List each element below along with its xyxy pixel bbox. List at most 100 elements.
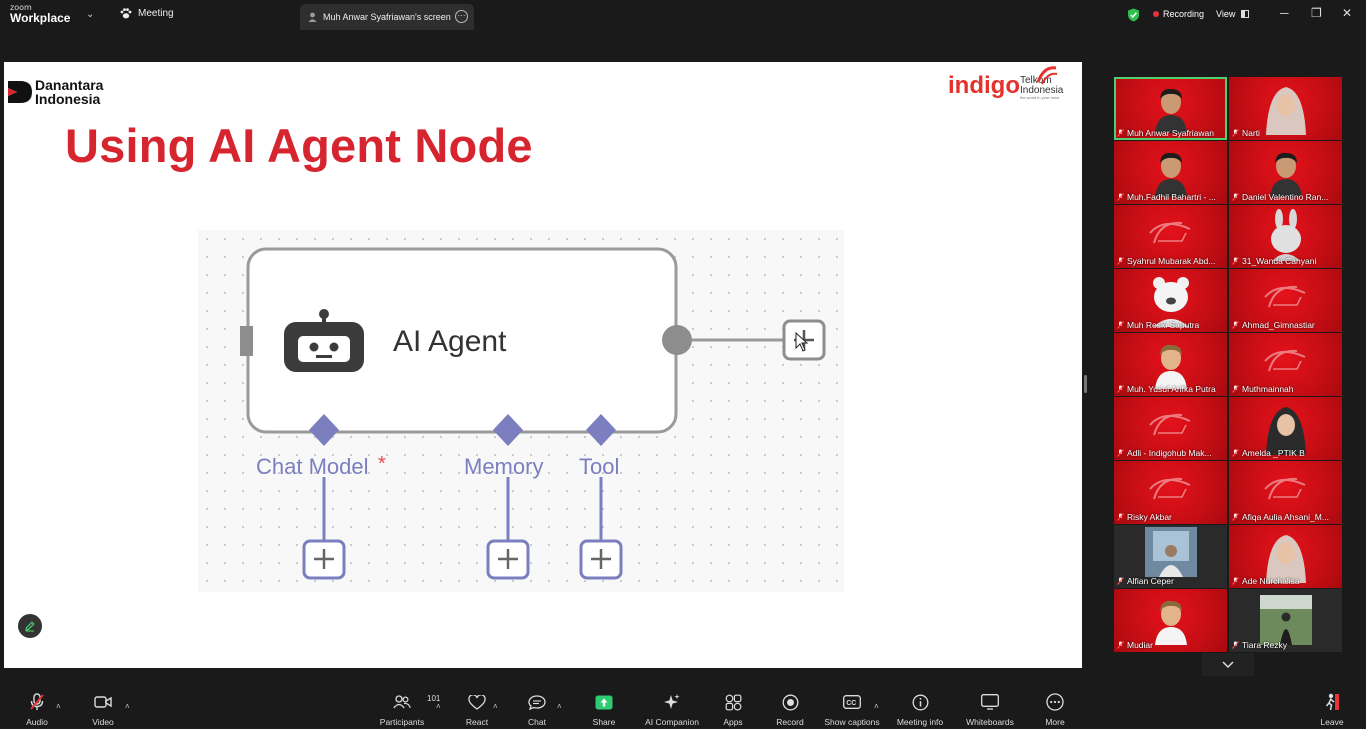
record-button[interactable]: Record [774,690,806,729]
paw-icon [120,8,132,19]
annotate-button[interactable] [18,614,42,638]
participant-tile[interactable]: Narti [1229,77,1342,140]
node-input-handle [240,326,253,356]
participant-name-label: Daniel Valentino Ran... [1232,192,1328,202]
microphone-muted-icon [1117,257,1124,265]
ai-agent-label: AI Agent [393,325,507,358]
more-options-icon[interactable]: ··· [455,10,468,23]
telkom-tagline: the world in your hand [1020,95,1060,100]
meeting-tab[interactable]: Meeting [120,8,174,19]
participant-tile[interactable]: Muh. Yusuf Arifka Putra [1114,333,1227,396]
participant-name: Tiara Rezky [1242,640,1288,650]
leave-label: Leave [1320,717,1344,727]
gallery-next-page-button[interactable] [1202,653,1254,676]
microphone-muted-icon [1232,193,1239,201]
svg-text:CC: CC [846,700,856,707]
participants-button[interactable]: 101 Participants [378,690,441,729]
whiteboards-button[interactable]: Whiteboards [964,690,1016,729]
react-button[interactable]: React [463,690,491,729]
microphone-muted-icon [1232,321,1239,329]
show-captions-button[interactable]: CC Show captions [823,690,881,729]
participant-name-label: 31_Wanda Cahyani [1232,256,1316,266]
restore-icon[interactable]: ❐ [1311,6,1322,20]
view-label: View [1216,9,1236,19]
participant-tile[interactable]: Risky Akbar [1114,461,1227,524]
leave-button[interactable]: Leave [1318,690,1346,729]
diagram-canvas: AI Agent Chat Model * Memory Tool [240,247,826,580]
chevron-down-icon[interactable]: ⌄ [86,9,94,20]
participant-tile[interactable]: Muh Anwar Syafriawan [1114,77,1227,140]
share-button[interactable]: Share [590,690,618,729]
chat-button[interactable]: Chat [525,690,549,729]
participant-video [1270,209,1301,261]
participant-tile[interactable]: Muthmainnah [1229,333,1342,396]
close-icon[interactable]: ✕ [1342,6,1352,20]
show-captions-label: Show captions [824,717,880,727]
participant-tile[interactable]: Muh Reski Saputra [1114,269,1227,332]
chat-model-label: Chat Model [256,454,369,479]
participant-tile[interactable]: Muh.Fadhil Bahartri - ... [1114,141,1227,204]
meeting-tab-label: Meeting [138,8,174,19]
ai-companion-button[interactable]: AI Companion [643,690,701,729]
participant-tile[interactable]: Tiara Rezky [1229,589,1342,652]
memory-label: Memory [464,454,543,479]
chat-options-icon[interactable]: ˄ [557,702,562,711]
microphone-muted-icon [1232,577,1239,585]
shield-check-icon[interactable] [1127,8,1140,22]
participant-tile[interactable]: Adli - Indigohub Mak... [1114,397,1227,460]
leave-icon [1325,693,1339,711]
record-icon [782,694,798,710]
video-label: Video [92,717,114,727]
participant-name-label: Alfian Ceper [1117,576,1174,586]
participants-label: Participants [379,717,425,727]
video-button[interactable]: Video [88,690,118,729]
microphone-muted-icon [30,693,44,710]
microphone-muted-icon [1117,577,1124,585]
tile-background-logo [1149,477,1191,500]
sparkle-icon [664,694,680,709]
participant-tile[interactable]: 31_Wanda Cahyani [1229,205,1342,268]
microphone-muted-icon [1117,321,1124,329]
zoom-meeting-window: zoom Workplace ⌄ Meeting Muh Anwar Syafr… [0,0,1366,729]
minimize-icon[interactable]: ─ [1280,6,1289,20]
apps-button[interactable]: Apps [720,690,746,729]
participant-tile[interactable]: Alfian Ceper [1114,525,1227,588]
brand-large: Workplace [10,11,71,25]
captions-options-icon[interactable]: ˄ [874,702,879,711]
participant-name-label: Ade Nurchalisa [1232,576,1300,586]
participant-name: Afiqa Aulia Ahsani_M... [1242,512,1329,522]
participant-name-label: Risky Akbar [1117,512,1172,522]
participant-tile[interactable]: Amelda _PTIK B [1229,397,1342,460]
tile-background-logo [1264,477,1306,500]
more-icon [1046,693,1064,711]
participant-tile[interactable]: Syahrul Mubarak Abd... [1114,205,1227,268]
view-button[interactable]: View [1216,9,1250,19]
more-button[interactable]: More [1040,690,1070,729]
meeting-info-button[interactable]: Meeting info [895,690,945,729]
audio-button[interactable]: Audio [24,690,50,729]
participant-name-label: Muthmainnah [1232,384,1294,394]
slide-title: Using AI Agent Node [65,119,533,172]
shared-screen-tab[interactable]: Muh Anwar Syafriawan's screen ··· [300,4,474,30]
tile-background-logo [1149,221,1191,244]
panel-resize-handle[interactable] [1084,375,1087,393]
participant-tile[interactable]: Ade Nurchalisa [1229,525,1342,588]
participant-tile[interactable]: Afiqa Aulia Ahsani_M... [1229,461,1342,524]
record-label: Record [776,717,804,727]
person-icon [308,12,317,22]
memory-port: Memory [464,414,543,580]
participant-tile[interactable]: Mudiar [1114,589,1227,652]
zoom-workplace-logo[interactable]: zoom Workplace [10,4,71,25]
react-options-icon[interactable]: ˄ [493,702,498,711]
recording-indicator[interactable]: Recording [1153,9,1204,19]
video-options-icon[interactable]: ˄ [125,702,130,711]
microphone-muted-icon [1232,641,1239,649]
share-screen-icon [595,695,613,709]
participant-tile[interactable]: Ahmad_Gimnastiar [1229,269,1342,332]
ai-companion-label: AI Companion [645,717,699,727]
participant-tile[interactable]: Daniel Valentino Ran... [1229,141,1342,204]
participant-name: Syahrul Mubarak Abd... [1127,256,1216,266]
participants-options-icon[interactable]: ˄ [436,702,441,711]
participant-name: Adli - Indigohub Mak... [1127,448,1212,458]
audio-options-icon[interactable]: ˄ [56,702,61,711]
